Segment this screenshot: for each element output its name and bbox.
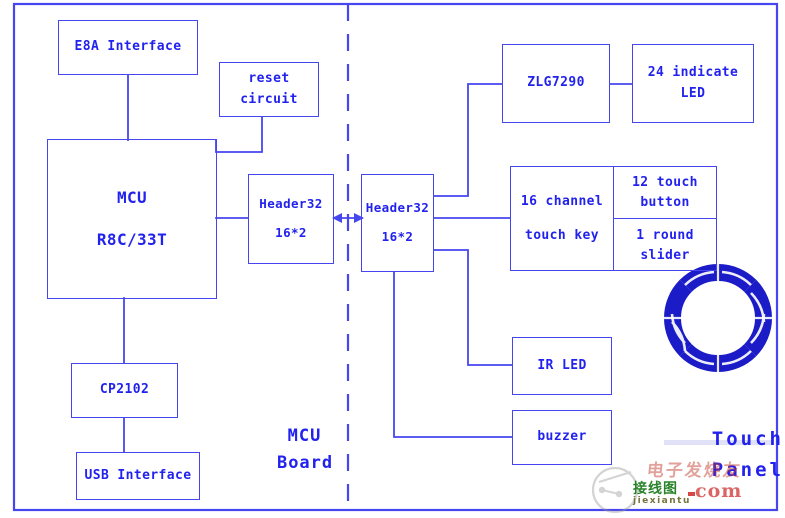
block-zlg7290-line1: ZLG7290 <box>527 75 585 91</box>
label-touch-panel-line1: Touch <box>711 428 784 451</box>
line-reset-to-mcu <box>215 116 263 153</box>
label-mcu-board: MCU Board <box>232 396 332 505</box>
watermark-site-cn: 接线图 <box>633 481 678 497</box>
block-12-touch-button[interactable]: 12 touch button <box>614 167 716 219</box>
line-header-to-ir-led <box>433 249 513 366</box>
watermark: 电子发烧友 接线图 jiexiantu com <box>585 452 785 517</box>
label-mcu-board-line1: MCU <box>287 426 322 447</box>
watermark-domain: com <box>695 480 743 502</box>
watermark-site-pinyin: jiexiantu <box>633 496 691 506</box>
block-e8a-interface[interactable]: E8A Interface <box>58 20 198 75</box>
line-header-to-zlg7290 <box>433 83 503 197</box>
block-16-channel-touch-key[interactable]: 16 channel touch key <box>510 166 614 271</box>
block-reset-circuit-line1: reset <box>248 71 290 87</box>
block-usb-interface[interactable]: USB Interface <box>76 452 200 500</box>
block-touch-outputs-group: 12 touch button 1 round slider <box>613 166 717 271</box>
block-mcu[interactable]: MCU R8C/33T <box>47 139 217 299</box>
block-24-indicate-led-line2: LED <box>680 85 706 101</box>
block-reset-circuit[interactable]: reset circuit <box>219 62 319 117</box>
block-mcu-line2: R8C/33T <box>96 230 168 249</box>
block-1-round-slider[interactable]: 1 round slider <box>614 219 716 272</box>
block-12-touch-button-line2: button <box>640 194 690 210</box>
block-header32-left-line1: Header32 <box>259 196 323 212</box>
diagram-canvas: E8A Interface reset circuit MCU R8C/33T … <box>0 0 785 517</box>
block-header32-right-line2: 16*2 <box>381 229 414 244</box>
block-16-channel-touch-key-line2: touch key <box>524 227 600 243</box>
block-24-indicate-led-line1: 24 indicate <box>647 65 739 81</box>
block-cp2102-line1: CP2102 <box>99 382 150 398</box>
block-reset-circuit-line2: circuit <box>240 91 298 107</box>
block-mcu-line1: MCU <box>116 188 148 208</box>
block-cp2102[interactable]: CP2102 <box>71 363 178 418</box>
block-24-indicate-led[interactable]: 24 indicate LED <box>632 44 754 123</box>
block-1-round-slider-line1: 1 round <box>636 228 694 243</box>
block-16-channel-touch-key-line1: 16 channel <box>520 193 604 209</box>
block-header32-left[interactable]: Header32 16*2 <box>248 174 334 264</box>
line-header-to-buzzer <box>393 271 513 438</box>
block-ir-led[interactable]: IR LED <box>512 337 612 395</box>
block-usb-interface-line1: USB Interface <box>84 467 192 483</box>
block-header32-right-line1: Header32 <box>365 200 430 216</box>
block-header32-right[interactable]: Header32 16*2 <box>361 174 434 272</box>
label-mcu-board-line2: Board <box>276 453 334 474</box>
block-zlg7290[interactable]: ZLG7290 <box>502 44 610 123</box>
block-12-touch-button-line1: 12 touch <box>632 175 698 190</box>
block-header32-left-line2: 16*2 <box>275 225 307 240</box>
watermark-dash <box>688 492 695 496</box>
block-1-round-slider-line2: slider <box>640 247 690 263</box>
round-slider-wheel-icon <box>664 264 772 372</box>
block-ir-led-line1: IR LED <box>537 357 587 373</box>
block-e8a-interface-line1: E8A Interface <box>74 39 182 55</box>
block-buzzer-line1: buzzer <box>537 429 587 445</box>
